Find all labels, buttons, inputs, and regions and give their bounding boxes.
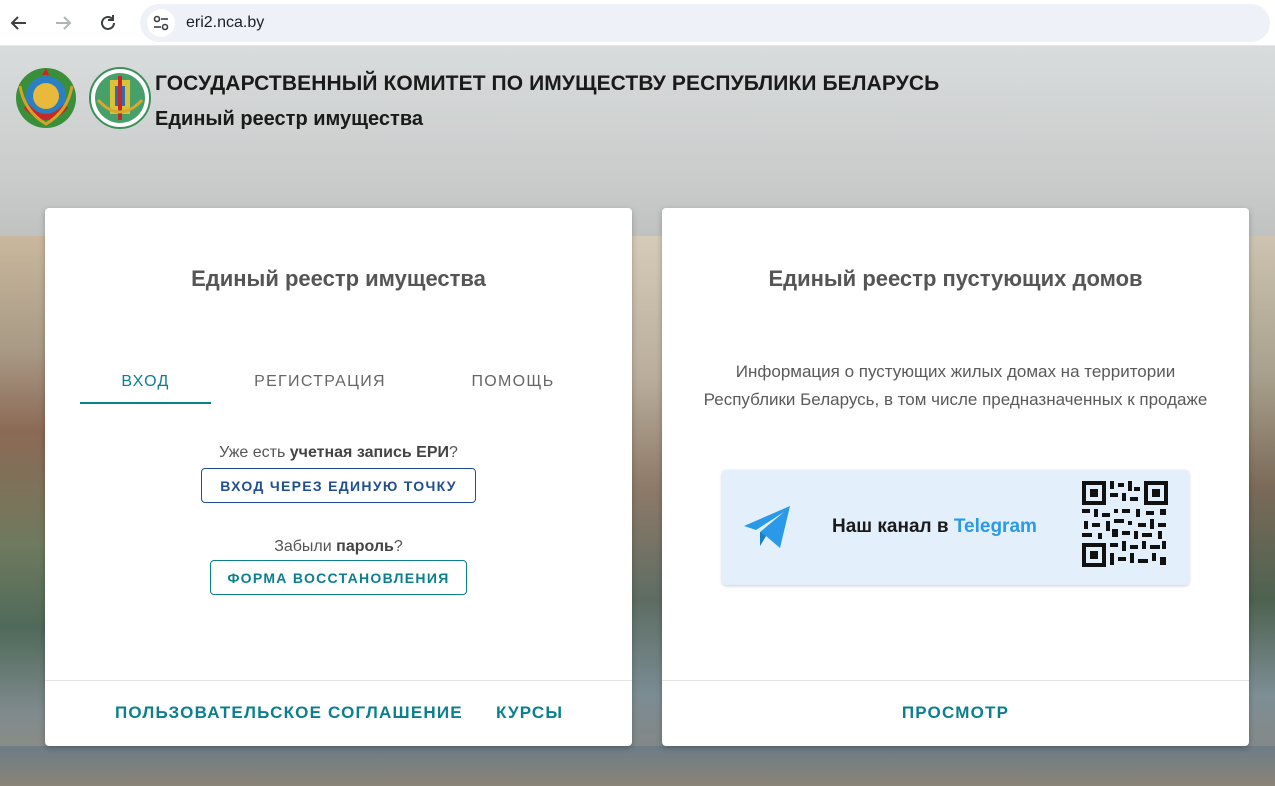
card-divider — [45, 680, 632, 681]
browser-toolbar: eri2.nca.by — [0, 0, 1275, 46]
tab-registration[interactable]: РЕГИСТРАЦИЯ — [230, 368, 410, 406]
account-prompt: Уже есть учетная запись ЕРИ? — [219, 444, 458, 461]
reload-icon[interactable] — [93, 8, 123, 38]
site-settings-icon[interactable] — [147, 9, 175, 37]
url-text[interactable]: eri2.nca.by — [186, 14, 264, 32]
committee-emblem-icon — [88, 66, 152, 130]
active-tab-indicator — [80, 402, 211, 404]
card-divider — [662, 680, 1249, 681]
page-title: ГОСУДАРСТВЕННЫЙ КОМИТЕТ ПО ИМУЩЕСТВУ РЕС… — [155, 72, 940, 95]
property-registry-card: Единый реестр имущества ВХОД РЕГИСТРАЦИЯ… — [45, 208, 632, 746]
page-subtitle: Единый реестр имущества — [155, 108, 423, 130]
telegram-brand: Telegram — [953, 516, 1037, 537]
password-prompt: Забыли пароль? — [274, 538, 403, 555]
telegram-channel-text[interactable]: Наш канал в Telegram — [832, 516, 1037, 538]
sso-login-button[interactable]: ВХОД ЧЕРЕЗ ЕДИНУЮ ТОЧКУ — [201, 468, 476, 503]
vacant-houses-card: Единый реестр пустующих домов Информация… — [662, 208, 1249, 746]
qr-code-icon — [1080, 479, 1170, 569]
back-icon[interactable] — [4, 8, 34, 38]
telegram-channel-banner[interactable]: Наш канал в Telegram — [722, 470, 1189, 585]
view-link[interactable]: ПРОСМОТР — [662, 703, 1249, 723]
user-agreement-link[interactable]: ПОЛЬЗОВАТЕЛЬСКОЕ СОГЛАШЕНИЕ — [115, 703, 463, 723]
forward-icon[interactable] — [48, 8, 78, 38]
courses-link[interactable]: КУРСЫ — [496, 703, 563, 723]
card-description: Информация о пустующих жилых домах на те… — [703, 362, 1208, 409]
card-title: Единый реестр имущества — [191, 266, 486, 291]
tab-help[interactable]: ПОМОЩЬ — [450, 368, 576, 406]
tab-login[interactable]: ВХОД — [80, 368, 211, 406]
password-recovery-button[interactable]: ФОРМА ВОССТАНОВЛЕНИЯ — [210, 560, 467, 595]
address-bar[interactable]: eri2.nca.by — [140, 4, 1270, 42]
auth-tabs: ВХОД РЕГИСТРАЦИЯ ПОМОЩЬ — [80, 368, 600, 406]
telegram-icon — [740, 500, 794, 554]
belarus-emblem-icon — [14, 66, 78, 130]
card-title: Единый реестр пустующих домов — [768, 266, 1143, 291]
